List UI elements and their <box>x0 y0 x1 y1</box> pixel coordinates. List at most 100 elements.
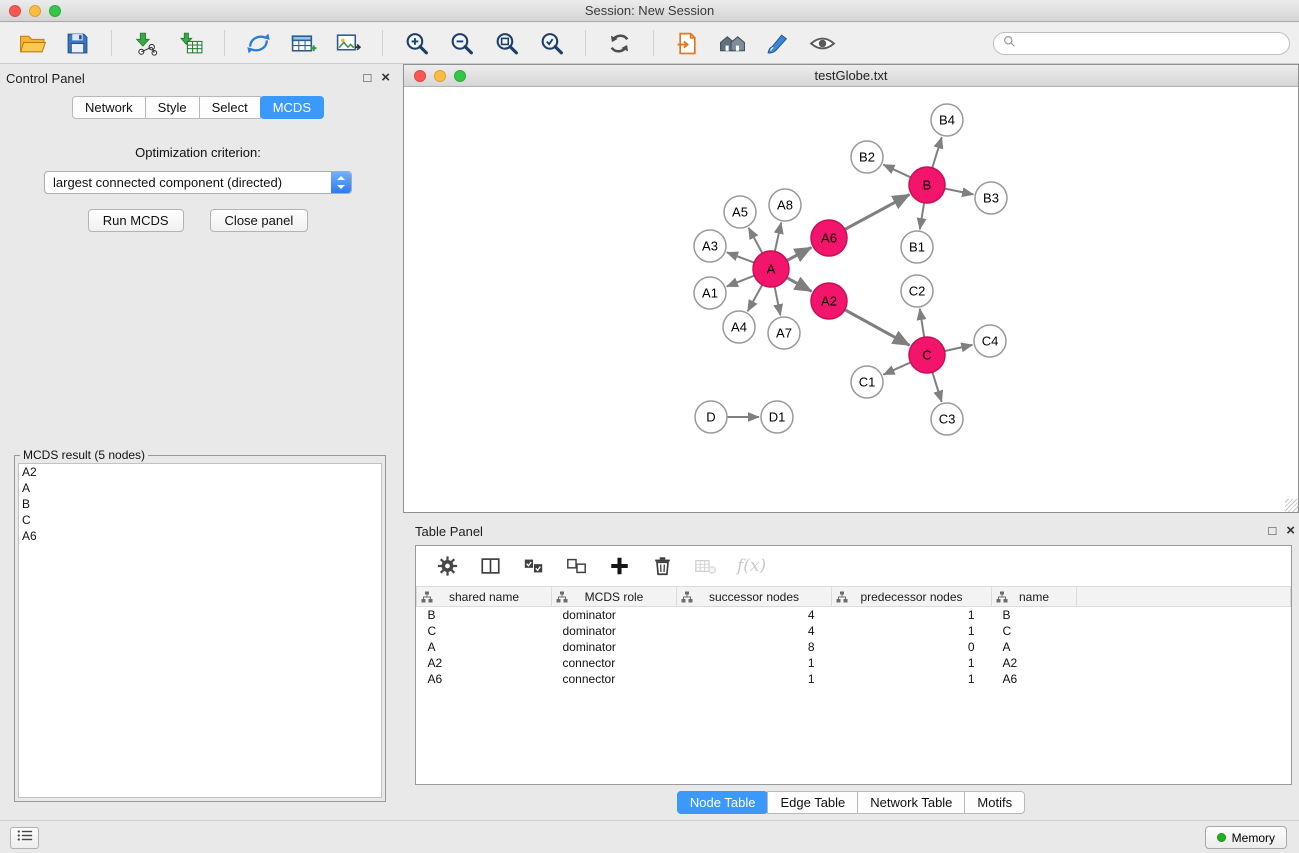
show-hide-graphics-button[interactable] <box>807 29 838 58</box>
mcds-result-item[interactable]: C <box>19 512 381 528</box>
style-inspector-button[interactable] <box>762 29 793 58</box>
optimization-criterion-dropdown[interactable]: largest connected component (directed) <box>44 171 352 194</box>
table-settings-button[interactable] <box>435 554 460 578</box>
network-zoom-button[interactable] <box>454 70 466 82</box>
table-cell[interactable]: dominator <box>552 623 677 639</box>
table-close-icon[interactable] <box>1286 524 1295 538</box>
table-cell[interactable]: 4 <box>677 623 832 639</box>
graph-node-A8[interactable]: A8 <box>769 189 801 221</box>
table-cell[interactable]: 1 <box>832 607 992 623</box>
tab-network-table[interactable]: Network Table <box>857 791 965 814</box>
refresh-view-button[interactable] <box>604 29 635 58</box>
network-canvas[interactable]: B4B2BB3A8A5A6A3B1AC2A1A2A4A7C4CC1DD1C3 <box>404 87 1298 512</box>
graph-node-C4[interactable]: C4 <box>974 325 1006 357</box>
network-minimize-button[interactable] <box>434 70 446 82</box>
table-cell[interactable]: A <box>992 639 1077 655</box>
tab-node-table[interactable]: Node Table <box>677 791 769 814</box>
table-cell[interactable]: 4 <box>677 607 832 623</box>
table-cell[interactable]: A2 <box>417 655 552 671</box>
import-table-from-file-button[interactable] <box>175 29 206 58</box>
column-header-shared-name[interactable]: shared name <box>417 587 552 607</box>
table-row[interactable]: A6connector11A6 <box>417 671 1291 687</box>
close-panel-button[interactable]: Close panel <box>210 209 309 232</box>
dropdown-stepper-icon[interactable] <box>331 172 351 193</box>
table-cell[interactable]: B <box>417 607 552 623</box>
graph-node-C1[interactable]: C1 <box>851 366 883 398</box>
close-window-button[interactable] <box>9 5 21 17</box>
table-cell[interactable]: A2 <box>992 655 1077 671</box>
new-table-button[interactable] <box>288 29 319 58</box>
table-cell[interactable]: C <box>992 623 1077 639</box>
graph-node-A3[interactable]: A3 <box>694 230 726 262</box>
delete-rows-button[interactable] <box>650 554 675 578</box>
table-cell[interactable]: dominator <box>552 607 677 623</box>
mcds-result-list[interactable]: A2ABCA6 <box>18 463 382 798</box>
new-network-button[interactable] <box>243 29 274 58</box>
graph-node-B[interactable]: B <box>909 167 945 203</box>
deselect-all-rows-button[interactable] <box>564 554 589 578</box>
table-float-icon[interactable] <box>1268 524 1276 538</box>
graph-node-C2[interactable]: C2 <box>901 275 933 307</box>
show-columns-button[interactable] <box>478 554 503 578</box>
table-cell[interactable]: 1 <box>832 655 992 671</box>
window-titlebar[interactable]: Session: New Session <box>0 0 1299 22</box>
graph-node-A2[interactable]: A2 <box>811 283 847 319</box>
column-header-MCDS-role[interactable]: MCDS role <box>552 587 677 607</box>
tab-select[interactable]: Select <box>199 96 261 119</box>
table-row[interactable]: Cdominator41C <box>417 623 1291 639</box>
graph-node-A6[interactable]: A6 <box>811 220 847 256</box>
graph-node-B2[interactable]: B2 <box>851 141 883 173</box>
select-all-rows-button[interactable] <box>521 554 546 578</box>
table-row[interactable]: Bdominator41B <box>417 607 1291 623</box>
table-cell[interactable]: A <box>417 639 552 655</box>
graph-node-A1[interactable]: A1 <box>694 277 726 309</box>
run-mcds-button[interactable]: Run MCDS <box>88 209 184 232</box>
float-panel-icon[interactable] <box>363 71 371 85</box>
tab-mcds[interactable]: MCDS <box>260 96 324 119</box>
table-cell[interactable]: dominator <box>552 639 677 655</box>
zoom-in-button[interactable] <box>401 29 432 58</box>
column-header-successor-nodes[interactable]: successor nodes <box>677 587 832 607</box>
tab-edge-table[interactable]: Edge Table <box>767 791 858 814</box>
graph-node-A4[interactable]: A4 <box>723 311 755 343</box>
save-session-button[interactable] <box>62 29 93 58</box>
column-header-predecessor-nodes[interactable]: predecessor nodes <box>832 587 992 607</box>
close-panel-icon[interactable] <box>381 71 390 85</box>
table-cell[interactable]: C <box>417 623 552 639</box>
mcds-result-item[interactable]: A6 <box>19 528 381 544</box>
graph-node-C3[interactable]: C3 <box>931 403 963 435</box>
home-view-button[interactable] <box>717 29 748 58</box>
graph-node-A5[interactable]: A5 <box>724 196 756 228</box>
table-cell[interactable]: 1 <box>832 623 992 639</box>
mcds-result-item[interactable]: A <box>19 480 381 496</box>
mcds-result-item[interactable]: A2 <box>19 464 381 480</box>
table-cell[interactable]: connector <box>552 671 677 687</box>
table-cell[interactable]: 1 <box>677 655 832 671</box>
table-cell[interactable]: 1 <box>832 671 992 687</box>
table-cell[interactable]: 0 <box>832 639 992 655</box>
graph-node-A7[interactable]: A7 <box>768 317 800 349</box>
zoom-out-button[interactable] <box>446 29 477 58</box>
resize-grip[interactable] <box>1285 499 1298 512</box>
graph-node-A[interactable]: A <box>753 251 789 287</box>
zoom-fit-content-button[interactable] <box>491 29 522 58</box>
graph-node-D1[interactable]: D1 <box>761 401 793 433</box>
graph-node-D[interactable]: D <box>695 401 727 433</box>
network-window-titlebar[interactable]: testGlobe.txt <box>404 65 1298 87</box>
show-panels-button[interactable] <box>10 827 39 849</box>
tab-network[interactable]: Network <box>72 96 146 119</box>
table-cell[interactable]: 8 <box>677 639 832 655</box>
table-cell[interactable]: A6 <box>417 671 552 687</box>
graph-node-B1[interactable]: B1 <box>901 231 933 263</box>
graph-node-B3[interactable]: B3 <box>975 182 1007 214</box>
search-input[interactable] <box>1021 36 1280 52</box>
export-image-button[interactable] <box>333 29 364 58</box>
open-manual-button[interactable] <box>672 29 703 58</box>
zoom-selected-button[interactable] <box>536 29 567 58</box>
tab-motifs[interactable]: Motifs <box>964 791 1025 814</box>
network-close-button[interactable] <box>414 70 426 82</box>
memory-button[interactable]: Memory <box>1205 826 1287 849</box>
table-cell[interactable]: 1 <box>677 671 832 687</box>
table-cell[interactable]: A6 <box>992 671 1077 687</box>
mcds-result-item[interactable]: B <box>19 496 381 512</box>
